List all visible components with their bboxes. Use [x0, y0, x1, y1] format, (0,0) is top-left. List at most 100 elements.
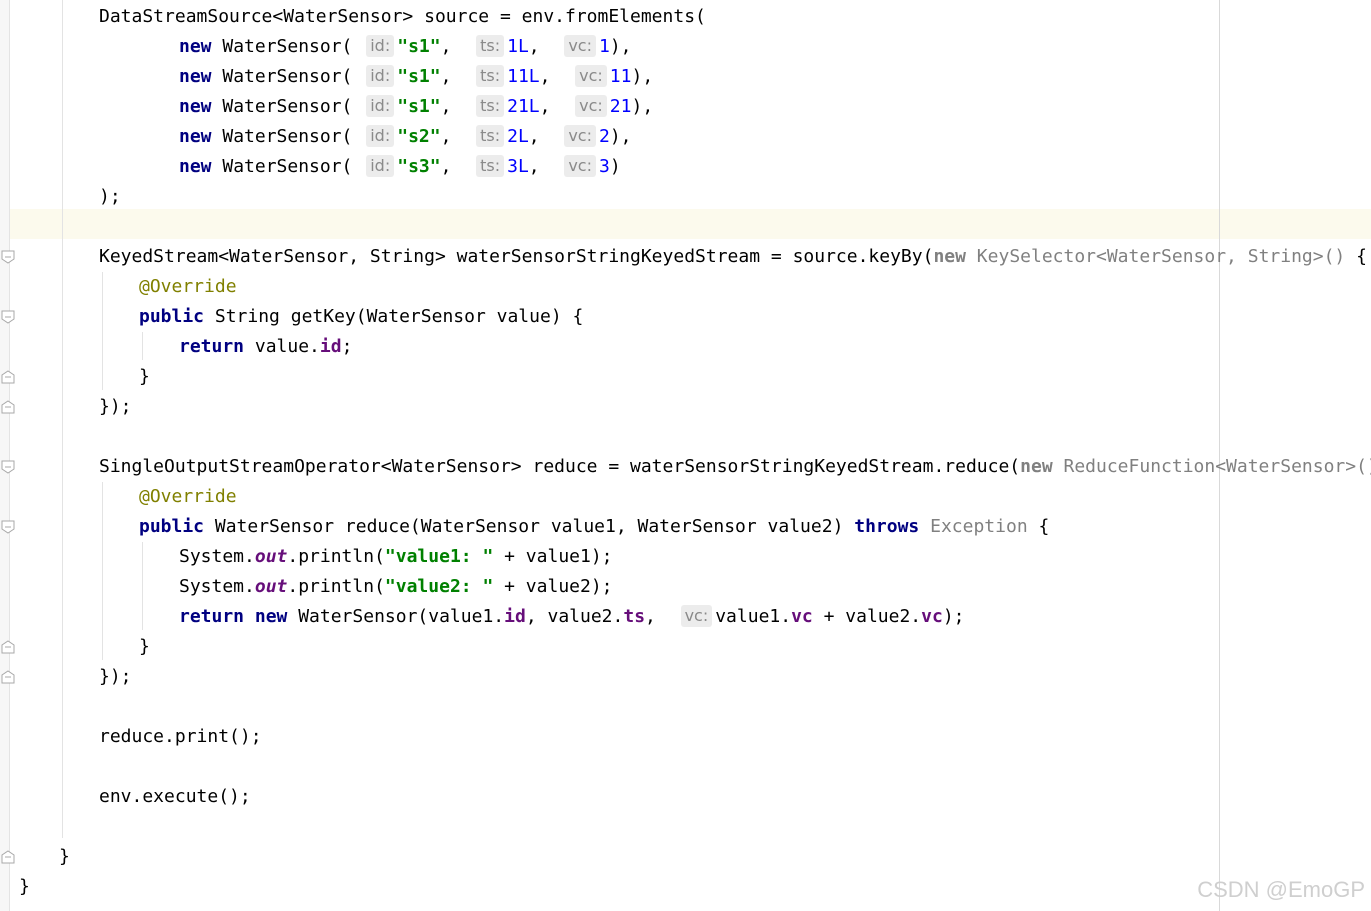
code-token: System. [179, 576, 255, 597]
code-token: .println( [287, 576, 385, 597]
code-token: + value2. [812, 606, 922, 627]
code-line[interactable]: public WaterSensor reduce(WaterSensor va… [0, 512, 1049, 542]
code-token: vc [791, 606, 813, 627]
code-token: 2L [507, 126, 529, 147]
code-token: + value1); [493, 546, 613, 567]
code-token: }); [99, 666, 132, 687]
parameter-hint: ts: [476, 65, 505, 87]
code-line[interactable]: System.out.println("value1: " + value1); [0, 542, 613, 572]
code-line[interactable]: @Override [0, 272, 237, 302]
code-token: , [440, 66, 474, 87]
code-line[interactable] [0, 212, 99, 242]
code-line[interactable]: SingleOutputStreamOperator<WaterSensor> … [0, 452, 1371, 482]
code-token: ) [609, 156, 621, 177]
code-line[interactable]: } [0, 872, 30, 902]
code-token: + value2); [493, 576, 613, 597]
parameter-hint: vc: [564, 155, 596, 177]
code-token: public [139, 306, 205, 327]
code-line[interactable]: }); [0, 662, 132, 692]
code-token: "s2" [397, 126, 441, 147]
code-token: new [179, 36, 212, 57]
code-token: { [1027, 516, 1050, 537]
code-line[interactable]: @Override [0, 482, 237, 512]
code-token: value1. [715, 606, 792, 627]
code-token: new [179, 66, 212, 87]
code-line[interactable]: new WaterSensor( id: "s1", ts: 1L, vc: 1), [0, 32, 632, 62]
code-token: reduce.print(); [99, 726, 262, 747]
code-token: , [528, 156, 562, 177]
code-line[interactable]: env.execute(); [0, 782, 251, 812]
code-line[interactable]: KeyedStream<WaterSensor, String> waterSe… [0, 242, 1367, 272]
code-token: ); [942, 606, 965, 627]
code-line[interactable]: } [0, 632, 150, 662]
code-token: WaterSensor(value1. [287, 606, 505, 627]
code-line[interactable] [0, 692, 99, 722]
code-token: WaterSensor reduce(WaterSensor value1, W… [204, 516, 855, 537]
fold-marker-icon[interactable] [1, 460, 15, 474]
code-line[interactable]: System.out.println("value2: " + value2); [0, 572, 613, 602]
fold-marker-icon[interactable] [1, 400, 15, 414]
code-token: , [528, 126, 562, 147]
code-token: new [179, 156, 212, 177]
code-token: ), [609, 36, 632, 57]
fold-marker-icon[interactable] [1, 310, 15, 324]
watermark: CSDN @EmoGP [1197, 877, 1365, 902]
code-token: throws [854, 516, 920, 537]
code-token: , [539, 96, 573, 117]
code-line[interactable]: new WaterSensor( id: "s3", ts: 3L, vc: 3) [0, 152, 621, 182]
code-line[interactable]: DataStreamSource<WaterSensor> source = e… [0, 2, 706, 32]
code-token: @Override [139, 276, 237, 297]
code-token: { [1345, 246, 1367, 267]
code-line[interactable]: new WaterSensor( id: "s2", ts: 2L, vc: 2), [0, 122, 632, 152]
fold-marker-icon[interactable] [1, 520, 15, 534]
fold-marker-icon[interactable] [1, 250, 15, 264]
fold-marker-icon[interactable] [1, 640, 15, 654]
code-token: , [528, 36, 562, 57]
code-token: ), [631, 66, 654, 87]
code-token: "value2: " [384, 576, 494, 597]
code-line[interactable]: public String getKey(WaterSensor value) … [0, 302, 583, 332]
fold-marker-icon[interactable] [1, 370, 15, 384]
code-token: WaterSensor( [211, 126, 364, 147]
code-token: KeySelector<WaterSensor, String>() [965, 246, 1346, 267]
code-token: new [179, 126, 212, 147]
code-token: 3 [598, 156, 610, 177]
code-line[interactable] [0, 422, 99, 452]
code-token: , [440, 96, 474, 117]
code-line[interactable]: reduce.print(); [0, 722, 262, 752]
code-token: new [1020, 456, 1053, 477]
code-token: "value1: " [384, 546, 494, 567]
code-token: env.execute(); [99, 786, 251, 807]
fold-marker-icon[interactable] [1, 850, 15, 864]
code-token: return new [179, 606, 288, 627]
code-token: 11L [507, 66, 540, 87]
code-token: , [440, 156, 474, 177]
code-token: 21 [609, 96, 632, 117]
code-token: , value2. [525, 606, 624, 627]
parameter-hint: ts: [476, 125, 505, 147]
code-token: , [539, 66, 573, 87]
parameter-hint: vc: [575, 65, 607, 87]
code-token: out [254, 576, 288, 597]
fold-marker-icon[interactable] [1, 670, 15, 684]
code-line[interactable]: ); [0, 182, 121, 212]
code-token: 2 [598, 126, 610, 147]
code-line[interactable]: } [0, 362, 150, 392]
code-line[interactable]: new WaterSensor( id: "s1", ts: 11L, vc: 11)… [0, 62, 653, 92]
current-line-highlight [10, 209, 1371, 239]
code-token: id [319, 336, 342, 357]
code-token: } [19, 876, 30, 897]
code-line[interactable]: new WaterSensor( id: "s1", ts: 21L, vc: 21)… [0, 92, 653, 122]
code-token: ); [99, 186, 121, 207]
code-token: DataStreamSource<WaterSensor> source = e… [99, 6, 706, 27]
code-line[interactable]: }); [0, 392, 132, 422]
code-token: System. [179, 546, 255, 567]
code-token: public [139, 516, 205, 537]
code-line[interactable]: return new WaterSensor(value1.id, value2… [0, 602, 965, 632]
code-line[interactable]: return value.id; [0, 332, 352, 362]
code-token: WaterSensor( [211, 96, 364, 117]
code-token: } [59, 846, 70, 867]
code-line[interactable] [0, 812, 99, 842]
code-line[interactable] [0, 752, 99, 782]
parameter-hint: vc: [680, 605, 713, 627]
